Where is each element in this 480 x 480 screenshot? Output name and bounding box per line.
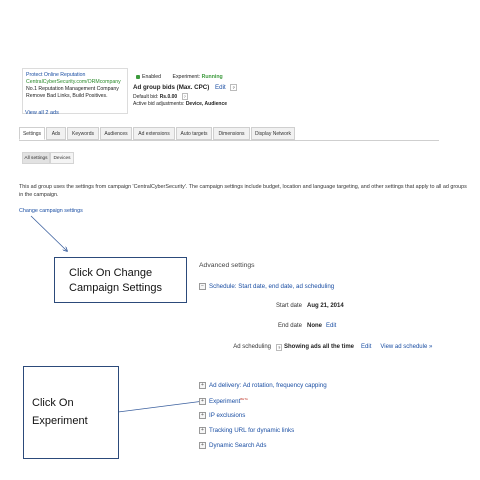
end-date-label: End date xyxy=(277,323,302,329)
callout-change-settings: Click On Change Campaign Settings xyxy=(54,257,187,303)
callout-experiment-line1: Click On xyxy=(32,397,74,409)
section-experiment[interactable]: + ExperimentBETA xyxy=(199,397,248,405)
end-date-value: None xyxy=(307,323,322,329)
arrow-to-experiment xyxy=(117,401,204,413)
section-ad-delivery-label[interactable]: Ad delivery: Ad rotation, frequency capp… xyxy=(209,382,327,389)
start-date-label: Start date xyxy=(275,303,302,309)
section-ip-exclusions-label[interactable]: IP exclusions xyxy=(209,412,245,419)
schedule-section[interactable]: − Schedule: Start date, end date, ad sche… xyxy=(199,283,334,290)
section-tracking-url-label[interactable]: Tracking URL for dynamic links xyxy=(209,427,294,434)
ad-scheduling-label: Ad scheduling xyxy=(233,344,271,350)
expand-icon[interactable]: + xyxy=(199,397,206,405)
callout-change-line1: Click On Change xyxy=(69,267,153,279)
ad-scheduling-help-icon[interactable]: ? xyxy=(276,344,283,351)
section-dynamic-search-ads[interactable]: + Dynamic Search Ads xyxy=(199,442,266,449)
section-ip-exclusions[interactable]: + IP exclusions xyxy=(199,412,245,419)
expand-icon[interactable]: + xyxy=(199,412,206,419)
end-date-row: None Edit xyxy=(307,323,336,329)
view-ad-schedule-link[interactable]: View ad schedule » xyxy=(380,344,432,350)
ad-scheduling-row: Showing ads all the time Edit View ad sche… xyxy=(284,344,432,350)
callout-experiment: Click On Experiment xyxy=(23,366,119,459)
schedule-header[interactable]: Schedule: Start date, end date, ad sched… xyxy=(209,283,334,290)
ad-scheduling-edit-link[interactable]: Edit xyxy=(361,344,371,350)
section-dynamic-search-ads-label[interactable]: Dynamic Search Ads xyxy=(209,442,266,449)
ad-scheduling-help: ? xyxy=(273,344,283,351)
ad-scheduling-value: Showing ads all the time xyxy=(284,344,355,350)
advanced-settings-title: Advanced settings xyxy=(199,262,255,269)
expand-icon[interactable]: + xyxy=(199,382,206,389)
start-date-value: Aug 21, 2014 xyxy=(307,303,344,309)
arrow-to-change-link xyxy=(30,215,67,251)
end-date-edit-link[interactable]: Edit xyxy=(326,323,336,329)
expand-icon[interactable]: + xyxy=(199,442,206,449)
section-tracking-url[interactable]: + Tracking URL for dynamic links xyxy=(199,427,294,434)
section-ad-delivery[interactable]: + Ad delivery: Ad rotation, frequency cap… xyxy=(199,382,327,389)
callout-change-line2: Campaign Settings xyxy=(69,282,162,294)
expand-icon[interactable]: + xyxy=(199,427,206,434)
beta-badge: BETA xyxy=(240,397,248,401)
callout-experiment-line2: Experiment xyxy=(32,415,88,427)
collapse-icon[interactable]: − xyxy=(199,283,206,290)
section-experiment-label[interactable]: Experiment xyxy=(209,398,240,405)
